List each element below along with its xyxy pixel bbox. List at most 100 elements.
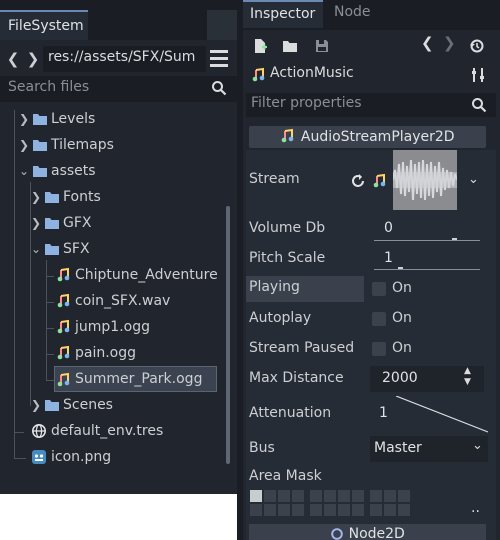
max-distance-spinbox[interactable]: 2000 ▲ ▼ bbox=[370, 366, 484, 392]
tree-item-icon-png[interactable]: icon.png bbox=[0, 444, 225, 470]
tree-item-chiptune[interactable]: Chiptune_Adventure bbox=[0, 262, 225, 288]
mask-layer-cell[interactable] bbox=[384, 504, 396, 516]
mask-layer-cell[interactable] bbox=[324, 490, 336, 502]
stream-paused-checkbox-label[interactable]: On bbox=[392, 340, 412, 356]
properties-list: Stream ⌄ Volume Db 0 Pitch Scale 1 Playi… bbox=[246, 150, 496, 540]
volume-db-field[interactable]: 0 bbox=[384, 220, 393, 236]
mask-layer-cell[interactable] bbox=[292, 504, 304, 516]
volume-slider-track[interactable] bbox=[374, 240, 480, 241]
tree-item-summer-park[interactable]: Summer_Park.ogg bbox=[54, 366, 217, 392]
chevron-down-icon[interactable]: ⌄ bbox=[472, 438, 483, 453]
mask-layer-cell[interactable] bbox=[310, 490, 322, 502]
section-header-node2d[interactable]: Node2D bbox=[249, 524, 486, 540]
chevron-right-icon[interactable]: ❯ bbox=[18, 106, 30, 132]
chevron-right-icon[interactable]: ❯ bbox=[18, 132, 30, 158]
mask-layer-cell[interactable] bbox=[370, 504, 382, 516]
area-mask-more-button[interactable]: .. bbox=[471, 500, 480, 516]
forward-icon[interactable]: ❯ bbox=[26, 48, 40, 70]
object-name[interactable]: ActionMusic bbox=[270, 65, 354, 81]
tab-node[interactable]: Node bbox=[327, 0, 378, 28]
mask-layer-cell[interactable] bbox=[250, 490, 262, 502]
chevron-right-icon[interactable]: ❯ bbox=[30, 210, 42, 236]
mask-layer-cell[interactable] bbox=[398, 490, 410, 502]
stream-paused-checkbox[interactable] bbox=[372, 342, 386, 356]
attenuation-curve[interactable] bbox=[396, 396, 488, 434]
chevron-right-icon[interactable]: ❯ bbox=[30, 184, 42, 210]
object-history-icon[interactable] bbox=[469, 38, 485, 54]
history-back-icon[interactable]: ❮ bbox=[421, 34, 437, 52]
tree-item-label: Levels bbox=[51, 111, 96, 127]
autoplay-checkbox[interactable] bbox=[372, 312, 386, 326]
save-icon[interactable] bbox=[314, 38, 330, 54]
mask-layer-cell[interactable] bbox=[264, 490, 276, 502]
tree-item-gfx[interactable]: ❯ GFX bbox=[0, 210, 225, 236]
max-distance-value: 2000 bbox=[382, 370, 418, 386]
pitch-scale-field[interactable]: 1 bbox=[384, 250, 393, 266]
tab-filesystem[interactable]: FileSystem bbox=[0, 10, 88, 40]
pitch-slider-track[interactable] bbox=[374, 269, 480, 270]
environment-globe-icon bbox=[32, 424, 46, 438]
bus-dropdown[interactable]: Master ⌄ bbox=[370, 436, 488, 462]
volume-slider-grabber[interactable] bbox=[452, 238, 457, 240]
stream-waveform-preview[interactable] bbox=[393, 150, 457, 210]
tree-item-jump1[interactable]: jump1.ogg bbox=[0, 314, 225, 340]
revert-icon[interactable] bbox=[350, 173, 366, 189]
mask-layer-cell[interactable] bbox=[250, 504, 262, 516]
autoplay-checkbox-label[interactable]: On bbox=[392, 310, 412, 326]
mask-layer-cell[interactable] bbox=[278, 504, 290, 516]
mask-layer-cell[interactable] bbox=[338, 490, 350, 502]
chevron-down-icon[interactable]: ⌄ bbox=[468, 172, 479, 187]
mask-layer-cell[interactable] bbox=[384, 490, 396, 502]
filter-properties-input[interactable]: Filter properties bbox=[251, 95, 362, 111]
mask-layer-cell[interactable] bbox=[310, 504, 322, 516]
tree-item-levels[interactable]: ❯ Levels bbox=[0, 106, 225, 132]
mask-layer-cell[interactable] bbox=[370, 490, 382, 502]
mask-layer-cell[interactable] bbox=[324, 504, 336, 516]
open-folder-icon[interactable] bbox=[282, 38, 298, 54]
back-icon[interactable]: ❮ bbox=[6, 48, 20, 70]
pitch-slider-grabber[interactable] bbox=[398, 267, 403, 269]
chevron-down-icon[interactable]: ⌄ bbox=[30, 236, 42, 262]
spin-arrows-icon[interactable]: ▲ ▼ bbox=[464, 366, 471, 388]
split-layout-icon[interactable] bbox=[210, 50, 228, 68]
search-icon[interactable] bbox=[471, 97, 487, 113]
mask-layer-cell[interactable] bbox=[352, 490, 364, 502]
tab-inspector[interactable]: Inspector bbox=[243, 0, 323, 28]
mask-layer-cell[interactable] bbox=[292, 490, 304, 502]
chevron-right-icon[interactable]: ❯ bbox=[30, 392, 42, 418]
section-title: AudioStreamPlayer2D bbox=[300, 129, 455, 145]
tree-item-scenes[interactable]: ❯ Scenes bbox=[0, 392, 225, 418]
object-properties-tools-icon[interactable] bbox=[470, 67, 486, 83]
mask-layer-cell[interactable] bbox=[398, 504, 410, 516]
mask-layer-cell[interactable] bbox=[264, 504, 276, 516]
mask-layer-cell[interactable] bbox=[278, 490, 290, 502]
history-forward-icon[interactable]: ❯ bbox=[443, 34, 459, 52]
search-row[interactable]: Search files bbox=[0, 76, 237, 102]
mask-layer-cell[interactable] bbox=[338, 504, 350, 516]
tree-scrollbar[interactable] bbox=[226, 206, 230, 464]
new-resource-icon[interactable] bbox=[252, 38, 268, 54]
tree-item-pain[interactable]: pain.ogg bbox=[0, 340, 225, 366]
tree-item-sfx[interactable]: ⌄ SFX bbox=[0, 236, 225, 262]
playing-checkbox-label[interactable]: On bbox=[392, 280, 412, 296]
tree-item-fonts[interactable]: ❯ Fonts bbox=[0, 184, 225, 210]
search-input[interactable]: Search files bbox=[8, 79, 89, 95]
section-header-audiostreamplayer2d[interactable]: AudioStreamPlayer2D bbox=[249, 126, 486, 148]
tree-item-coin-sfx[interactable]: coin_SFX.wav bbox=[0, 288, 225, 314]
tree-item-label: Tilemaps bbox=[51, 137, 114, 153]
chevron-down-icon[interactable]: ⌄ bbox=[18, 158, 30, 184]
audio-file-icon bbox=[57, 267, 70, 282]
filter-row[interactable]: Filter properties bbox=[246, 93, 496, 117]
tree-item-label: default_env.tres bbox=[51, 423, 164, 439]
path-input[interactable]: res://assets/SFX/Sum bbox=[43, 46, 206, 72]
prop-label-attenuation: Attenuation bbox=[249, 405, 332, 421]
tree-item-assets[interactable]: ⌄ assets bbox=[0, 158, 225, 184]
search-icon[interactable] bbox=[211, 80, 227, 96]
mask-layer-cell[interactable] bbox=[352, 504, 364, 516]
tree-item-tilemaps[interactable]: ❯ Tilemaps bbox=[0, 132, 225, 158]
tree-item-default-env[interactable]: default_env.tres bbox=[0, 418, 225, 444]
playing-checkbox[interactable] bbox=[372, 282, 386, 296]
tree-item-label: assets bbox=[51, 163, 96, 179]
attenuation-value[interactable]: 1 bbox=[379, 405, 388, 421]
tree-item-label: Fonts bbox=[63, 189, 101, 205]
